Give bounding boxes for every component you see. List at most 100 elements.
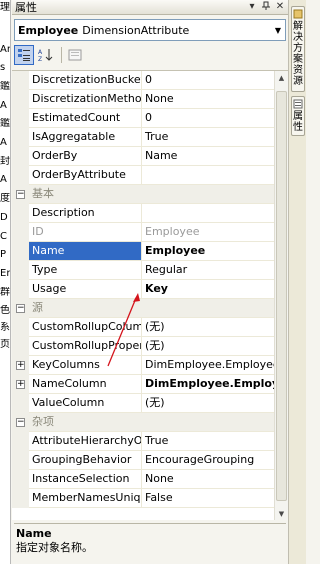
property-row[interactable]: CustomRollupColumn (无) (12, 318, 274, 337)
property-row[interactable]: InstanceSelection None (12, 470, 274, 489)
left-strip-char: 鑑 (0, 118, 10, 129)
property-row[interactable]: DiscretizationBucketCount0 (12, 71, 274, 90)
object-name: Employee (18, 23, 79, 37)
property-value[interactable]: Key (142, 280, 274, 298)
category-row[interactable]: − 杂项 (12, 413, 274, 432)
property-name[interactable]: GroupingBehavior (29, 451, 142, 469)
property-value[interactable] (142, 166, 274, 184)
property-name[interactable]: CustomRollupPropertiesColumn (29, 337, 142, 355)
property-row[interactable]: CustomRollupPropertiesColumn(无) (12, 337, 274, 356)
property-value[interactable]: DimEmployee.EmployeeName (142, 375, 274, 393)
property-value[interactable]: True (142, 128, 274, 146)
property-name[interactable]: InstanceSelection (29, 470, 142, 488)
property-name[interactable]: ID (29, 223, 142, 241)
property-value[interactable]: 0 (142, 109, 274, 127)
property-name[interactable]: ValueColumn (29, 394, 142, 412)
alphabetical-view-button[interactable]: A Z (36, 45, 56, 65)
property-row[interactable]: ID Employee (12, 223, 274, 242)
property-value[interactable]: True (142, 432, 274, 450)
property-row[interactable]: ValueColumn (无) (12, 394, 274, 413)
property-value[interactable]: EncourageGrouping (142, 451, 274, 469)
left-strip-char: P (0, 249, 7, 260)
row-gutter[interactable]: − (12, 185, 29, 204)
category-row[interactable]: − 基本 (12, 185, 274, 204)
row-gutter[interactable]: − (12, 413, 29, 432)
property-value[interactable]: (无) (142, 394, 274, 412)
property-value[interactable]: None (142, 470, 274, 488)
left-strip-char: 鑑 (0, 81, 10, 92)
row-gutter[interactable]: + (12, 375, 29, 394)
property-value[interactable]: None (142, 90, 274, 108)
pin-icon[interactable] (260, 1, 272, 13)
property-name[interactable]: Name (29, 242, 142, 260)
property-name[interactable]: EstimatedCount (29, 109, 142, 127)
property-name[interactable]: DiscretizationBucketCount (29, 71, 142, 89)
property-row[interactable]: DiscretizationMethod None (12, 90, 274, 109)
category-label[interactable]: 基本 (29, 185, 229, 203)
property-name[interactable]: NameColumn (29, 375, 142, 393)
description-pane: Name 指定对象名称。 (14, 523, 286, 563)
property-row[interactable]: + NameColumnDimEmployee.EmployeeName (12, 375, 274, 394)
scroll-thumb[interactable] (276, 91, 287, 501)
property-name[interactable]: CustomRollupColumn (29, 318, 142, 336)
collapse-icon[interactable]: − (16, 418, 25, 427)
toolbar-separator (61, 47, 62, 63)
property-name[interactable]: Description (29, 204, 142, 222)
property-value[interactable]: (无) (142, 337, 274, 355)
property-row[interactable]: Description (12, 204, 274, 223)
object-selector[interactable]: Employee DimensionAttribute ▼ (14, 19, 286, 41)
property-row[interactable]: Name Employee (12, 242, 274, 261)
category-label[interactable]: 源 (29, 299, 229, 317)
property-value[interactable]: 0 (142, 71, 274, 89)
property-name[interactable]: MemberNamesUnique (29, 489, 142, 507)
category-label[interactable]: 杂项 (29, 413, 229, 431)
property-name[interactable]: AttributeHierarchyOrdered (29, 432, 142, 450)
left-strip-char: C (0, 231, 7, 242)
dropdown-icon[interactable]: ▾ (246, 1, 258, 13)
property-name[interactable]: IsAggregatable (29, 128, 142, 146)
collapse-icon[interactable]: − (16, 304, 25, 313)
property-name[interactable]: DiscretizationMethod (29, 90, 142, 108)
property-row[interactable]: MemberNamesUniqueFalse (12, 489, 274, 508)
property-row[interactable]: GroupingBehavior EncourageGrouping (12, 451, 274, 470)
collapse-icon[interactable]: − (16, 190, 25, 199)
property-value[interactable]: False (142, 489, 274, 507)
tab-properties[interactable]: 属性 (291, 96, 305, 136)
property-row[interactable]: Usage Key (12, 280, 274, 299)
property-row[interactable]: AttributeHierarchyOrderedTrue (12, 432, 274, 451)
property-name[interactable]: OrderByAttribute (29, 166, 142, 184)
property-value: Employee (145, 225, 200, 238)
scroll-up-icon[interactable]: ▲ (275, 71, 288, 85)
property-value[interactable]: (无) (142, 318, 274, 336)
property-name[interactable]: OrderBy (29, 147, 142, 165)
scroll-down-icon[interactable]: ▼ (275, 507, 288, 520)
category-row[interactable]: − 源 (12, 299, 274, 318)
property-name[interactable]: KeyColumns (29, 356, 142, 374)
property-row[interactable]: OrderBy Name (12, 147, 274, 166)
chevron-down-icon[interactable]: ▼ (271, 21, 285, 39)
row-gutter (12, 166, 29, 185)
close-icon[interactable]: ✕ (274, 1, 286, 13)
property-grid: MemberNamesUniqueFalseInstanceSelectionN… (12, 70, 288, 520)
property-row[interactable]: IsAggregatable True (12, 128, 274, 147)
property-value[interactable]: Name (142, 147, 274, 165)
property-value[interactable]: DimEmployee.EmployeeKey (142, 356, 274, 374)
property-value[interactable] (142, 204, 274, 222)
property-row[interactable]: + KeyColumnsDimEmployee.EmployeeKey (12, 356, 274, 375)
expand-icon[interactable]: + (16, 380, 25, 389)
property-row[interactable]: Type Regular (12, 261, 274, 280)
row-gutter[interactable]: − (12, 299, 29, 318)
property-name[interactable]: Usage (29, 280, 142, 298)
property-value[interactable]: Employee (142, 242, 274, 260)
categorized-view-button[interactable] (14, 45, 34, 65)
property-row[interactable]: EstimatedCount 0 (12, 109, 274, 128)
property-row[interactable]: OrderByAttribute (12, 166, 274, 185)
row-gutter[interactable]: + (12, 356, 29, 375)
tab-solution-explorer[interactable]: 解决方案资源 (291, 6, 305, 92)
property-pages-button[interactable] (65, 45, 85, 65)
property-pages-icon (68, 49, 82, 61)
property-name[interactable]: Type (29, 261, 142, 279)
expand-icon[interactable]: + (16, 361, 25, 370)
property-value[interactable]: Regular (142, 261, 274, 279)
vertical-scrollbar[interactable]: ▲ ▼ (274, 71, 288, 520)
